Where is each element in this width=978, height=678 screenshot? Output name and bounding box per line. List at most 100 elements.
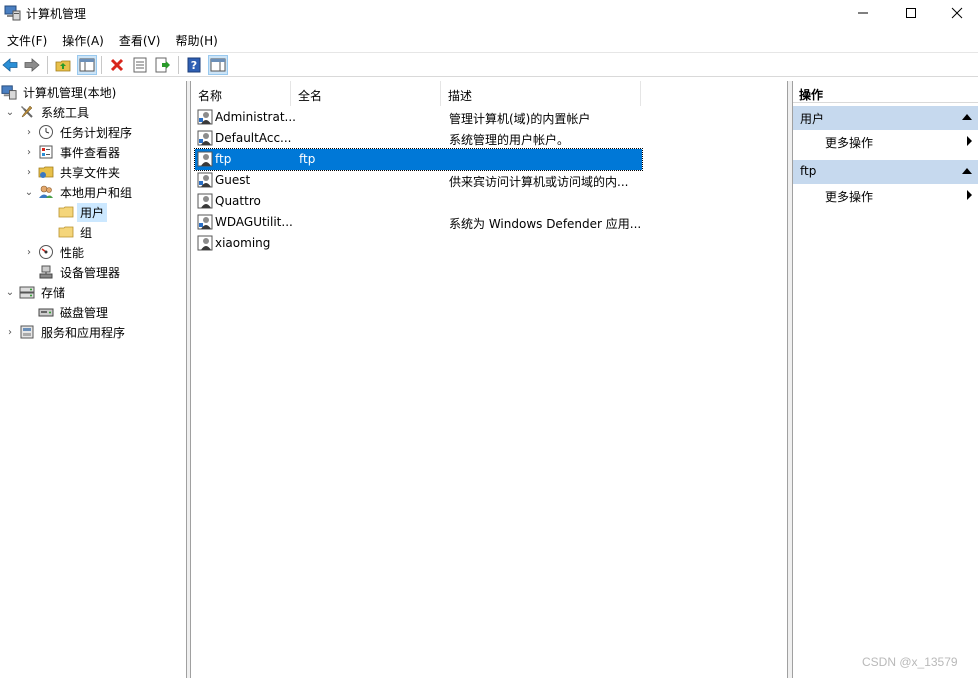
table-row[interactable]: WDAGUtilit... 系统为 Windows Defender 应用... [195,212,642,233]
chevron-down-icon[interactable]: ⌄ [4,102,16,122]
folder-icon [57,204,74,221]
window-title: 计算机管理 [26,7,87,21]
tree-item-root[interactable]: 计算机管理(本地) [0,82,119,102]
tree-item-device-manager[interactable]: 设备管理器 [23,262,123,282]
tree-label: 组 [80,225,93,240]
table-row[interactable]: Administrat... 管理计算机(域)的内置帐户 [195,107,642,128]
chevron-down-icon[interactable]: ⌄ [4,282,16,302]
shared-folder-icon [37,164,54,181]
more-actions-ftp[interactable]: 更多操作 [793,184,978,206]
user-icon [197,193,213,209]
chevron-right-icon[interactable]: › [23,142,35,162]
computer-management-icon [4,4,21,21]
storage-icon [18,284,35,301]
column-header-description[interactable]: 描述 [441,81,641,106]
toolbar: ? [0,52,978,77]
properties-icon[interactable] [130,55,150,75]
tree-label: 共享文件夹 [60,165,121,180]
clock-icon [37,124,54,141]
minimize-button[interactable] [840,0,886,26]
show-hide-tree-icon[interactable] [77,55,97,75]
actions-section-users[interactable]: 用户 [793,106,978,130]
actions-title: 操作 [793,83,978,103]
user-icon [197,130,213,146]
tree-item-groups[interactable]: 组 [43,222,95,242]
export-list-icon[interactable] [153,55,173,75]
user-icon [197,214,213,230]
tree-label: 存储 [41,285,66,300]
tree-item-shared-folders[interactable]: › 共享文件夹 [23,162,123,182]
menu-file[interactable]: 文件(F) [0,28,55,50]
more-actions-users[interactable]: 更多操作 [793,130,978,152]
tree-label: 性能 [60,245,85,260]
tools-icon [18,104,35,121]
tree-item-system-tools[interactable]: ⌄ 系统工具 [4,102,92,122]
cell-description: 供来宾访问计算机或访问域的内... [449,175,629,189]
chevron-down-icon[interactable]: ⌄ [23,182,35,202]
table-row[interactable]: Guest 供来宾访问计算机或访问域的内... [195,170,642,191]
tree-item-local-users-groups[interactable]: ⌄ 本地用户和组 [23,182,135,202]
menu-bar: 文件(F) 操作(A) 查看(V) 帮助(H) [0,28,978,50]
tree-label: 系统工具 [41,105,90,120]
tree-label: 本地用户和组 [60,185,133,200]
up-folder-icon[interactable] [53,55,73,75]
svg-text:?: ? [191,59,197,72]
menu-view[interactable]: 查看(V) [112,28,169,50]
cell-name: Quattro [215,194,261,208]
tree-item-event-viewer[interactable]: › 事件查看器 [23,142,123,162]
user-icon [197,109,213,125]
toolbar-separator [47,56,48,74]
tree-label: 服务和应用程序 [41,325,126,340]
tree-item-performance[interactable]: › 性能 [23,242,87,262]
table-row[interactable]: xiaoming [195,233,642,254]
user-icon [197,172,213,188]
tree-label: 计算机管理(本地) [23,85,117,100]
menu-help[interactable]: 帮助(H) [168,28,225,50]
collapse-up-icon[interactable] [962,168,972,174]
cell-description: 系统管理的用户帐户。 [449,133,570,147]
table-row[interactable]: Quattro [195,191,642,212]
collapse-up-icon[interactable] [962,114,972,120]
tree-label: 设备管理器 [60,265,121,280]
services-icon [18,324,35,341]
cell-name: DefaultAcc... [215,131,292,145]
tree-item-disk-management[interactable]: 磁盘管理 [23,302,111,322]
close-button[interactable] [934,0,978,26]
tree-item-users[interactable]: 用户 [43,202,108,222]
folder-icon [57,224,74,241]
toolbar-separator [101,56,102,74]
chevron-right-icon[interactable]: › [23,162,35,182]
more-actions-label: 更多操作 [825,190,874,204]
title-bar: 计算机管理 [0,0,978,26]
user-icon [197,235,213,251]
tree-item-services-apps[interactable]: › 服务和应用程序 [4,322,128,342]
tree-label: 用户 [77,202,108,222]
cell-description: 系统为 Windows Defender 应用... [449,217,642,231]
disk-icon [37,304,54,321]
tree-label: 事件查看器 [60,145,121,160]
back-icon[interactable] [0,55,20,75]
menu-action[interactable]: 操作(A) [55,28,112,50]
table-row[interactable]: DefaultAcc... 系统管理的用户帐户。 [195,128,642,149]
chevron-right-icon[interactable]: › [23,122,35,142]
maximize-button[interactable] [888,0,934,26]
cell-name: ftp [215,152,232,166]
show-hide-action-pane-icon[interactable] [208,55,228,75]
users-list-view: 名称 全名 描述 Administrat... 管理计算机(域)的内置帐户 De… [190,81,788,678]
table-row[interactable]: ftp ftp [194,148,643,171]
help-icon[interactable]: ? [184,55,204,75]
actions-section-ftp[interactable]: ftp [793,160,978,184]
more-actions-label: 更多操作 [825,136,874,150]
column-header-name[interactable]: 名称 [191,81,291,106]
chevron-right-icon[interactable]: › [4,322,16,342]
section-label: 用户 [800,112,825,126]
tree-item-storage[interactable]: ⌄ 存储 [4,282,68,302]
console-tree: 计算机管理(本地) ⌄ 系统工具 › 任务计划程序 › 事件查看器 › 共享文件… [0,81,187,678]
forward-icon[interactable] [22,55,42,75]
delete-icon[interactable] [107,55,127,75]
cell-fullname: ftp [299,152,316,166]
column-header-fullname[interactable]: 全名 [291,81,441,106]
chevron-right-icon[interactable]: › [23,242,35,262]
event-viewer-icon [37,144,54,161]
tree-item-task-scheduler[interactable]: › 任务计划程序 [23,122,135,142]
